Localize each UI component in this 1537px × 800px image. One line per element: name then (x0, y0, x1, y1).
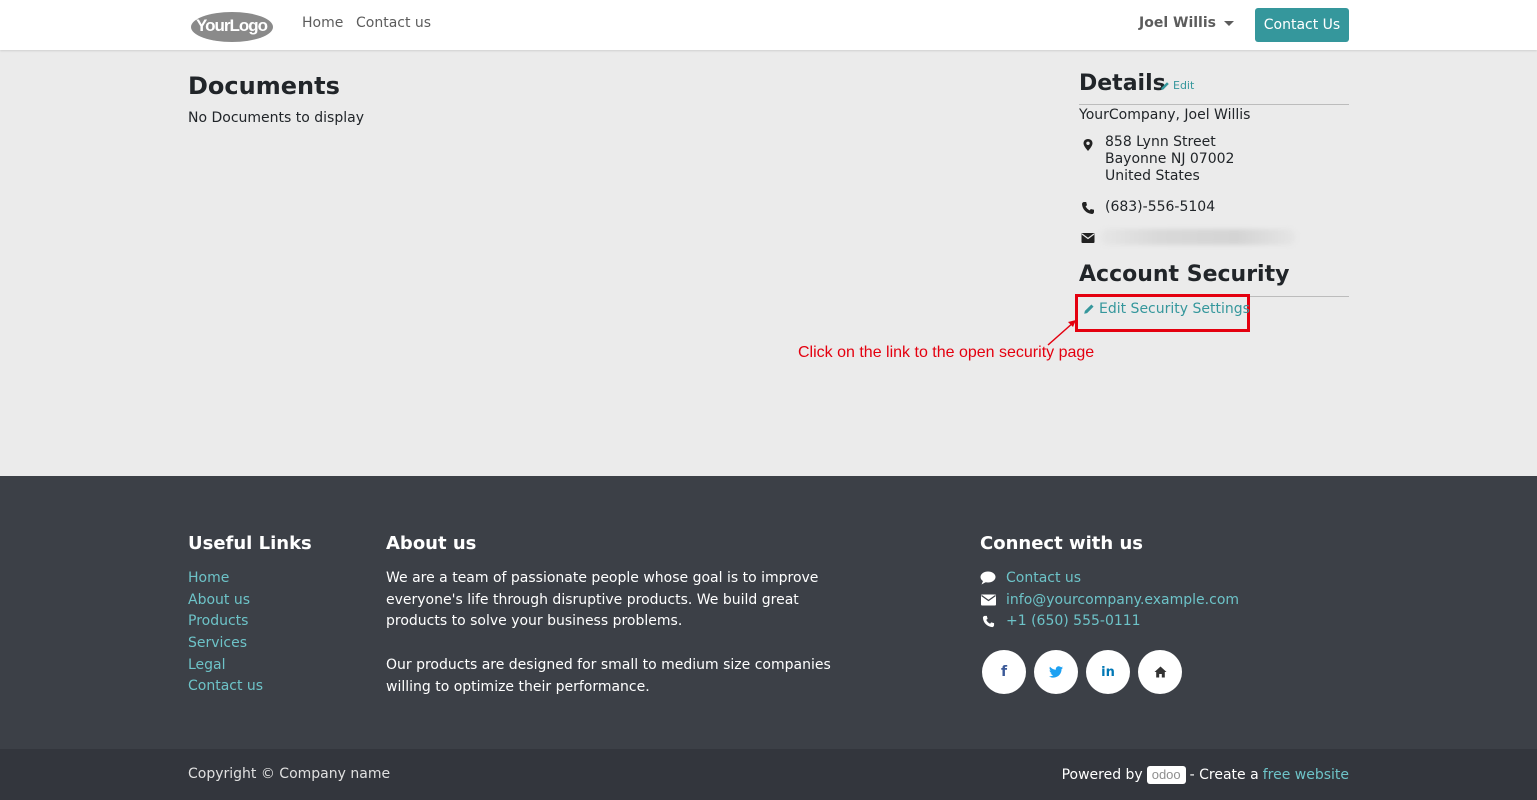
footer-link-legal[interactable]: Legal (188, 657, 226, 673)
connect-contact-us[interactable]: Contact us (980, 570, 1081, 586)
phone-number: (683)-556-5104 (1105, 199, 1216, 215)
useful-links-heading: Useful Links (188, 533, 312, 554)
about-us-heading: About us (386, 533, 477, 554)
pencil-icon (1161, 81, 1169, 90)
connect-phone[interactable]: +1 (650) 555-0111 (980, 613, 1141, 629)
contact-us-button[interactable]: Contact Us (1255, 8, 1349, 42)
footer-link-about-us[interactable]: About us (188, 592, 250, 608)
odoo-logo[interactable]: odoo (1146, 766, 1186, 784)
address-line: Bayonne NJ 07002 (1105, 151, 1235, 167)
header: YourLogo Home Contact us Joel Willis Con… (0, 0, 1537, 50)
logo-text: YourLogo (196, 16, 268, 35)
create-text: - Create a (1189, 767, 1259, 783)
connect-email[interactable]: info@yourcompany.example.com (980, 592, 1239, 608)
caret-down-icon (1223, 20, 1234, 26)
powered-by: Powered by odoo - Create a free website (1062, 766, 1349, 784)
user-name: Joel Willis (1139, 15, 1216, 31)
nav-home[interactable]: Home (302, 15, 343, 31)
bottom-bar: Copyright © Company name Powered by odoo… (0, 749, 1537, 800)
edit-security-settings-label: Edit Security Settings (1099, 301, 1250, 317)
linkedin-icon[interactable]: in (1086, 650, 1130, 694)
pencil-icon (1084, 304, 1094, 314)
connect-contact-us-label: Contact us (1006, 570, 1082, 586)
copyright-text: Copyright © Company name (188, 766, 391, 782)
connect-heading: Connect with us (980, 533, 1143, 554)
details-edit-label: Edit (1173, 79, 1195, 92)
footer-link-home[interactable]: Home (188, 570, 229, 586)
address-line: United States (1105, 168, 1200, 184)
map-marker-icon (1083, 139, 1093, 151)
powered-by-prefix: Powered by (1061, 767, 1143, 783)
connect-email-label: info@yourcompany.example.com (1006, 592, 1240, 608)
edit-security-settings-link[interactable]: Edit Security Settings (1083, 301, 1250, 317)
details-divider (1079, 104, 1349, 105)
address-block: 858 Lynn Street Bayonne NJ 07002 United … (1105, 134, 1234, 185)
home-icon[interactable] (1138, 650, 1182, 694)
footer-link-contact-us[interactable]: Contact us (188, 678, 263, 694)
user-menu[interactable]: Joel Willis (1139, 15, 1234, 31)
documents-title: Documents (188, 72, 340, 100)
company-line: YourCompany, Joel Willis (1079, 107, 1251, 123)
documents-empty-text: No Documents to display (188, 110, 364, 126)
email-redacted (1100, 229, 1296, 245)
footer-link-services[interactable]: Services (188, 635, 247, 651)
phone-icon (1082, 202, 1094, 214)
twitter-icon[interactable] (1034, 650, 1078, 694)
annotation-text: Click on the link to the open security p… (798, 344, 1095, 361)
facebook-icon[interactable]: f (982, 650, 1026, 694)
footer-link-products[interactable]: Products (188, 613, 248, 629)
free-website-link[interactable]: free website (1263, 767, 1349, 783)
phone-icon (980, 614, 996, 628)
nav-contact-us[interactable]: Contact us (356, 15, 431, 31)
details-edit-link[interactable]: Edit (1160, 79, 1194, 92)
details-title: Details (1079, 71, 1166, 96)
footer: Useful Links Home About us Products Serv… (0, 476, 1537, 749)
company-logo[interactable]: YourLogo (188, 8, 274, 43)
envelope-icon (980, 593, 996, 607)
about-paragraph: Our products are designed for small to m… (386, 657, 831, 695)
envelope-icon (1081, 233, 1095, 243)
address-line: 858 Lynn Street (1105, 134, 1216, 150)
about-paragraph: We are a team of passionate people whose… (386, 570, 819, 630)
account-security-title: Account Security (1079, 262, 1290, 287)
comment-icon (980, 571, 996, 585)
connect-phone-label: +1 (650) 555-0111 (1006, 613, 1141, 629)
